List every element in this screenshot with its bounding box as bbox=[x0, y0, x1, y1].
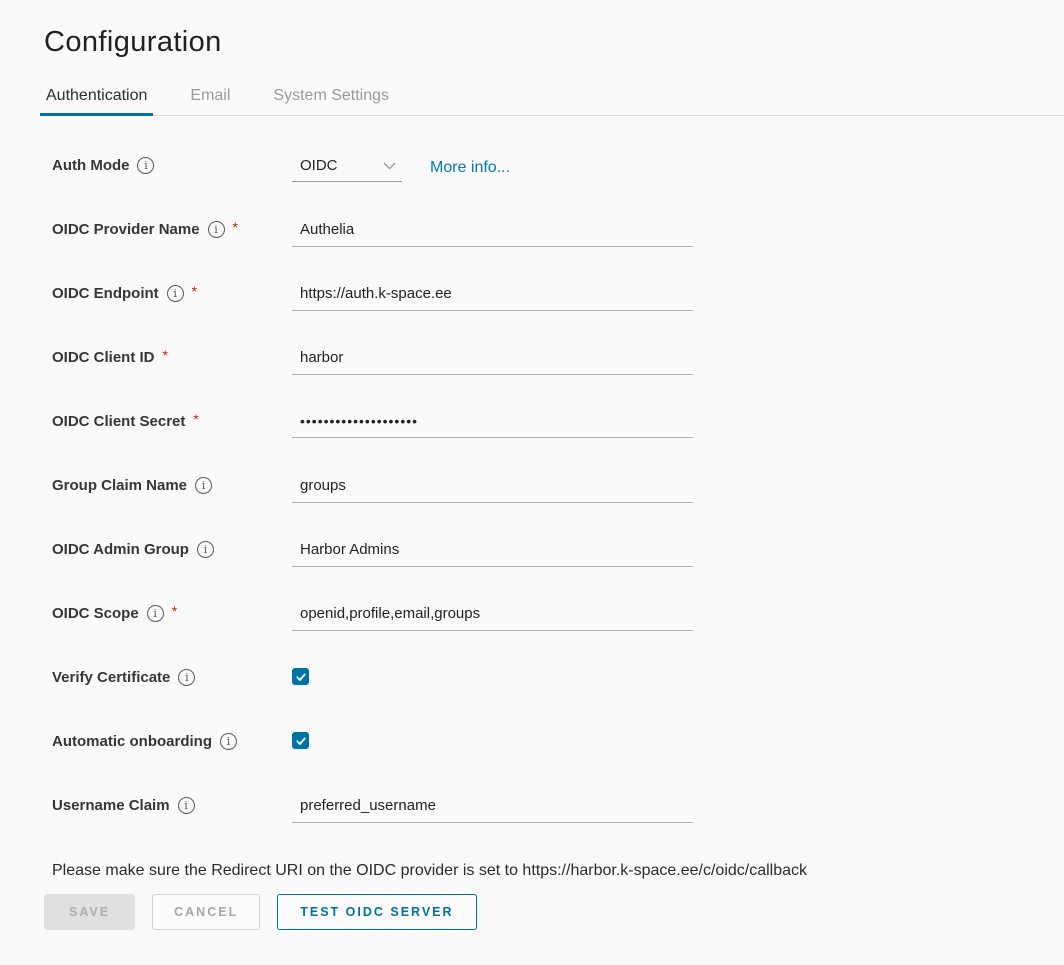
info-icon[interactable]: i bbox=[167, 285, 184, 302]
form-row-oidc-scope: OIDC Scope i * bbox=[52, 602, 1064, 666]
save-button[interactable]: SAVE bbox=[44, 894, 135, 930]
page-title: Configuration bbox=[44, 26, 1064, 59]
test-oidc-server-button[interactable]: TEST OIDC SERVER bbox=[277, 894, 476, 930]
username-claim-input[interactable] bbox=[292, 794, 693, 823]
group-claim-name-input[interactable] bbox=[292, 474, 693, 503]
tab-authentication[interactable]: Authentication bbox=[44, 87, 149, 115]
form-row-automatic-onboarding: Automatic onboarding i bbox=[52, 730, 1064, 794]
action-button-row: SAVE CANCEL TEST OIDC SERVER bbox=[44, 894, 1064, 930]
required-asterisk: * bbox=[172, 604, 177, 618]
info-icon[interactable]: i bbox=[178, 669, 195, 686]
form-row-oidc-endpoint: OIDC Endpoint i * bbox=[52, 282, 1064, 346]
auth-mode-value: OIDC bbox=[300, 157, 338, 174]
verify-certificate-label: Verify Certificate bbox=[52, 669, 170, 686]
required-asterisk: * bbox=[192, 284, 197, 298]
required-asterisk: * bbox=[193, 412, 198, 426]
tab-system-settings[interactable]: System Settings bbox=[271, 87, 391, 115]
oidc-admin-group-input[interactable] bbox=[292, 538, 693, 567]
automatic-onboarding-checkbox[interactable] bbox=[292, 732, 309, 749]
auth-mode-label: Auth Mode bbox=[52, 157, 129, 174]
required-asterisk: * bbox=[233, 220, 238, 234]
info-icon[interactable]: i bbox=[197, 541, 214, 558]
check-icon bbox=[295, 671, 307, 683]
chevron-down-icon bbox=[383, 162, 396, 170]
oidc-client-secret-label: OIDC Client Secret bbox=[52, 413, 185, 430]
oidc-scope-label: OIDC Scope bbox=[52, 605, 139, 622]
oidc-client-id-input[interactable] bbox=[292, 346, 693, 375]
form-row-oidc-admin-group: OIDC Admin Group i bbox=[52, 538, 1064, 602]
form-row-oidc-provider-name: OIDC Provider Name i * bbox=[52, 218, 1064, 282]
info-icon[interactable]: i bbox=[147, 605, 164, 622]
form-row-oidc-client-secret: OIDC Client Secret * bbox=[52, 410, 1064, 474]
oidc-endpoint-label: OIDC Endpoint bbox=[52, 285, 159, 302]
required-asterisk: * bbox=[163, 348, 168, 362]
info-icon[interactable]: i bbox=[208, 221, 225, 238]
auth-settings-form: Auth Mode i OIDC More info... OIDC Provi… bbox=[0, 154, 1064, 882]
form-row-oidc-client-id: OIDC Client ID * bbox=[52, 346, 1064, 410]
info-icon[interactable]: i bbox=[178, 797, 195, 814]
automatic-onboarding-label: Automatic onboarding bbox=[52, 733, 212, 750]
info-icon[interactable]: i bbox=[195, 477, 212, 494]
auth-mode-select[interactable]: OIDC bbox=[292, 154, 402, 182]
oidc-scope-input[interactable] bbox=[292, 602, 693, 631]
more-info-link[interactable]: More info... bbox=[430, 159, 510, 177]
redirect-uri-note: Please make sure the Redirect URI on the… bbox=[52, 860, 1064, 882]
oidc-endpoint-input[interactable] bbox=[292, 282, 693, 311]
group-claim-name-label: Group Claim Name bbox=[52, 477, 187, 494]
form-row-auth-mode: Auth Mode i OIDC More info... bbox=[52, 154, 1064, 218]
configuration-page: Configuration Authentication Email Syste… bbox=[0, 0, 1064, 965]
verify-certificate-checkbox[interactable] bbox=[292, 668, 309, 685]
tab-email[interactable]: Email bbox=[188, 87, 232, 115]
oidc-provider-name-input[interactable] bbox=[292, 218, 693, 247]
form-row-group-claim-name: Group Claim Name i bbox=[52, 474, 1064, 538]
username-claim-label: Username Claim bbox=[52, 797, 170, 814]
check-icon bbox=[295, 735, 307, 747]
form-row-username-claim: Username Claim i bbox=[52, 794, 1064, 858]
info-icon[interactable]: i bbox=[220, 733, 237, 750]
cancel-button[interactable]: CANCEL bbox=[152, 894, 260, 930]
info-icon[interactable]: i bbox=[137, 157, 154, 174]
form-row-verify-certificate: Verify Certificate i bbox=[52, 666, 1064, 730]
tab-bar: Authentication Email System Settings bbox=[44, 87, 1064, 116]
oidc-client-id-label: OIDC Client ID bbox=[52, 349, 155, 366]
oidc-client-secret-input[interactable] bbox=[292, 410, 693, 438]
oidc-provider-name-label: OIDC Provider Name bbox=[52, 221, 200, 238]
oidc-admin-group-label: OIDC Admin Group bbox=[52, 541, 189, 558]
